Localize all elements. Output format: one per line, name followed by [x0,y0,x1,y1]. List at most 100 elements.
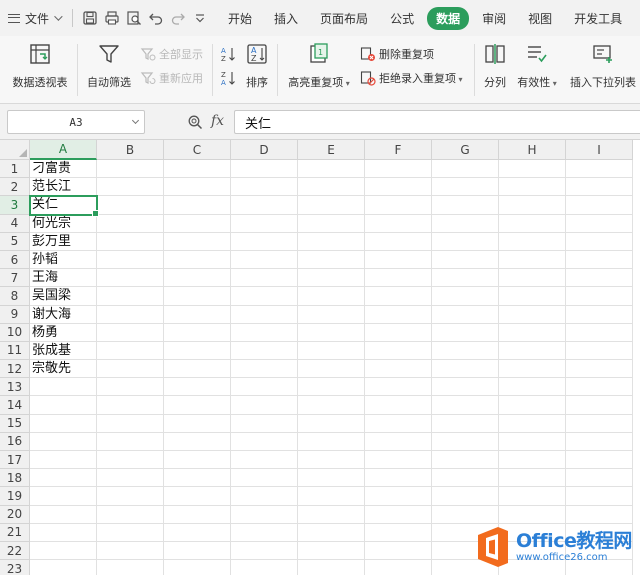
cell-d5[interactable] [231,232,298,251]
row-header[interactable]: 5 [0,232,30,251]
cell-a22[interactable] [30,541,97,561]
cell-b22[interactable] [97,541,164,561]
row-header[interactable]: 3 [0,196,30,215]
text-to-columns-button[interactable]: 分列 [480,36,510,90]
cell-a6[interactable]: 孙韬 [30,250,97,270]
cell-g16[interactable] [432,432,499,451]
cell-d23[interactable] [231,560,298,575]
sort-button[interactable]: AZ 排序 [244,36,270,90]
cell-h17[interactable] [499,451,566,470]
row-header[interactable]: 1 [0,160,30,179]
cell-b4[interactable] [97,214,164,233]
cell-d1[interactable] [231,160,298,179]
cell-f8[interactable] [365,287,432,306]
cell-d21[interactable] [231,523,298,542]
save-button[interactable] [79,7,101,29]
cell-i19[interactable] [566,487,633,506]
cell-h8[interactable] [499,287,566,306]
cell-b12[interactable] [97,360,164,379]
column-header-g[interactable]: G [432,140,499,160]
cell-f18[interactable] [365,469,432,488]
cell-h7[interactable] [499,269,566,288]
sort-descending-button[interactable]: ZA [220,70,239,87]
file-menu-button[interactable]: 文件 [2,6,66,30]
row-header[interactable]: 17 [0,451,30,470]
cell-g4[interactable] [432,214,499,233]
cell-e1[interactable] [298,160,365,179]
cell-b9[interactable] [97,305,164,324]
cell-a9[interactable]: 谢大海 [30,305,97,324]
name-box[interactable]: A3 [7,110,145,134]
cell-e14[interactable] [298,396,365,415]
cell-h9[interactable] [499,305,566,324]
column-header-f[interactable]: F [365,140,432,160]
cell-a5[interactable]: 彭万里 [30,232,97,251]
cell-d17[interactable] [231,451,298,470]
cell-f15[interactable] [365,414,432,433]
cell-d10[interactable] [231,323,298,342]
cell-f14[interactable] [365,396,432,415]
cell-i3[interactable] [566,196,633,215]
cell-f17[interactable] [365,451,432,470]
reject-duplicates-button[interactable]: 拒绝录入重复项 [360,70,463,86]
cell-f4[interactable] [365,214,432,233]
highlight-duplicates-button[interactable]: 1 高亮重复项 [284,36,354,90]
cell-d2[interactable] [231,178,298,197]
tab-home[interactable]: 开始 [219,7,261,30]
cell-c12[interactable] [164,360,231,379]
cell-d18[interactable] [231,469,298,488]
cell-i10[interactable] [566,323,633,342]
cell-h5[interactable] [499,232,566,251]
cell-b2[interactable] [97,178,164,197]
tab-formulas[interactable]: 公式 [381,7,423,30]
row-header[interactable]: 2 [0,178,30,197]
cell-d9[interactable] [231,305,298,324]
cell-d19[interactable] [231,487,298,506]
cell-i13[interactable] [566,378,633,397]
formula-input[interactable]: 关仁 [234,110,640,134]
cell-a3[interactable]: 关仁 [29,195,99,217]
redo-button[interactable] [167,7,189,29]
cell-a20[interactable] [30,505,97,524]
cell-h15[interactable] [499,414,566,433]
cell-a1[interactable]: 刁富贵 [30,160,97,179]
cell-e4[interactable] [298,214,365,233]
cell-f2[interactable] [365,178,432,197]
cell-c2[interactable] [164,178,231,197]
row-header[interactable]: 10 [0,323,30,342]
cell-g1[interactable] [432,160,499,179]
cell-b5[interactable] [97,232,164,251]
cell-c3[interactable] [164,196,231,215]
cell-c19[interactable] [164,487,231,506]
cell-e6[interactable] [298,250,365,270]
cell-e7[interactable] [298,269,365,288]
cell-c23[interactable] [164,560,231,575]
cell-c18[interactable] [164,469,231,488]
cell-i1[interactable] [566,160,633,179]
cell-b7[interactable] [97,269,164,288]
cell-h13[interactable] [499,378,566,397]
cell-f9[interactable] [365,305,432,324]
cell-i4[interactable] [566,214,633,233]
cell-g17[interactable] [432,451,499,470]
cell-c7[interactable] [164,269,231,288]
cell-i14[interactable] [566,396,633,415]
cell-h11[interactable] [499,341,566,361]
print-preview-button[interactable] [123,7,145,29]
cell-d7[interactable] [231,269,298,288]
cell-f1[interactable] [365,160,432,179]
cell-b20[interactable] [97,505,164,524]
row-header[interactable]: 9 [0,305,30,324]
cell-f11[interactable] [365,341,432,361]
cell-h6[interactable] [499,250,566,270]
cell-c8[interactable] [164,287,231,306]
cell-g7[interactable] [432,269,499,288]
cell-a11[interactable]: 张成基 [30,341,97,361]
cell-g10[interactable] [432,323,499,342]
cell-f16[interactable] [365,432,432,451]
cell-h19[interactable] [499,487,566,506]
row-header[interactable]: 8 [0,287,30,306]
cell-e8[interactable] [298,287,365,306]
column-header-b[interactable]: B [97,140,164,160]
cell-h16[interactable] [499,432,566,451]
